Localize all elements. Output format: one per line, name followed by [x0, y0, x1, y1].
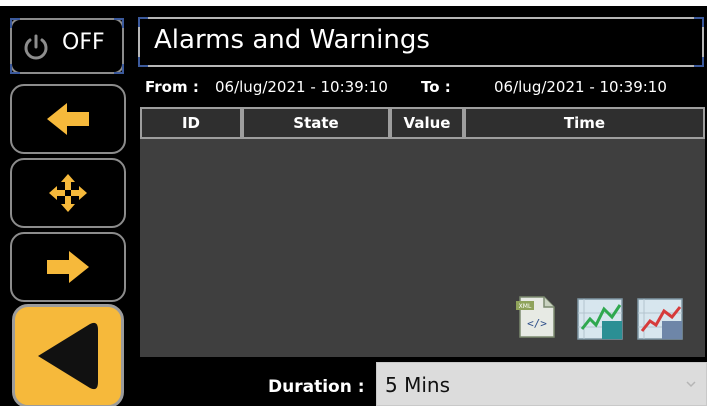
column-header-id[interactable]: ID: [140, 107, 242, 139]
page-title: Alarms and Warnings: [154, 25, 430, 55]
from-value: 06/lug/2021 - 10:39:10: [215, 78, 388, 96]
to-label: To :: [421, 78, 451, 96]
scroll-left-button[interactable]: [10, 84, 126, 154]
from-label: From :: [145, 78, 199, 96]
column-header-state[interactable]: State: [242, 107, 390, 139]
duration-value: 5 Mins: [385, 373, 450, 397]
svg-text:XML: XML: [519, 303, 532, 310]
back-button[interactable]: [12, 304, 124, 406]
arrow-left-icon: [47, 103, 89, 135]
corner-mark: [114, 18, 124, 28]
corner-mark: [114, 64, 124, 74]
duration-label: Duration :: [268, 377, 365, 397]
power-icon: [24, 34, 48, 60]
trend-chart-red-icon[interactable]: [636, 295, 684, 343]
to-value: 06/lug/2021 - 10:39:10: [494, 78, 667, 96]
column-header-value[interactable]: Value: [390, 107, 464, 139]
corner-mark: [138, 57, 148, 67]
power-label: OFF: [62, 30, 105, 55]
power-off-button[interactable]: OFF: [10, 18, 124, 74]
chevron-down-icon: [686, 381, 696, 388]
corner-mark: [10, 64, 20, 74]
trend-chart-icon[interactable]: [576, 295, 624, 343]
corner-mark: [694, 17, 704, 27]
arrow-right-icon: [47, 251, 89, 283]
corner-mark: [138, 17, 148, 27]
corner-mark: [694, 57, 704, 67]
hmi-screen: OFF Alarms and Warnings From: 06/lug/20…: [0, 6, 707, 406]
move-arrows-icon: [49, 174, 87, 212]
title-bar: Alarms and Warnings: [138, 17, 704, 67]
column-header-time[interactable]: Time: [464, 107, 705, 139]
pan-button[interactable]: [10, 158, 126, 228]
xml-export-icon[interactable]: XML </>: [514, 293, 562, 341]
svg-text:</>: </>: [527, 317, 547, 330]
alarms-table[interactable]: ID State Value Time XML </>: [140, 107, 705, 357]
scroll-right-button[interactable]: [10, 232, 126, 302]
corner-mark: [10, 18, 20, 28]
duration-select[interactable]: 5 Mins: [376, 362, 707, 406]
back-triangle-icon: [38, 322, 98, 390]
table-header: ID State Value Time: [140, 107, 705, 139]
